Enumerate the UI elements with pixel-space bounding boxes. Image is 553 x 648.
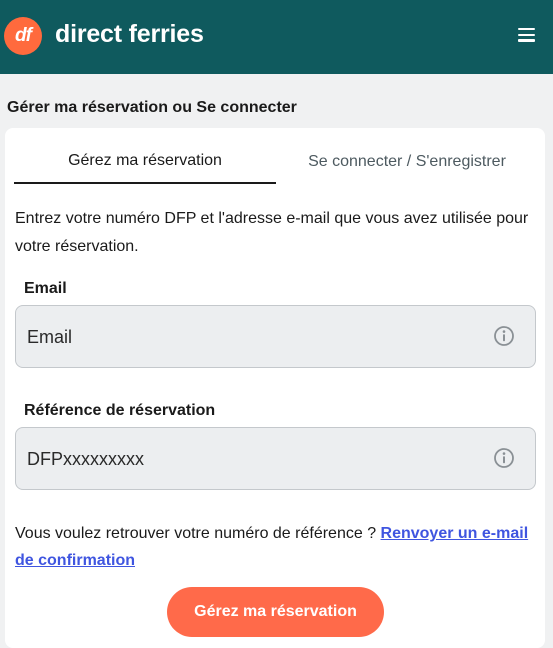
brand-name[interactable]: direct ferries	[55, 20, 204, 49]
help-question: Vous voulez retrouver votre numéro de ré…	[15, 525, 381, 542]
reference-field[interactable]: DFPxxxxxxxxx	[15, 427, 536, 490]
email-field[interactable]: Email	[15, 305, 536, 368]
info-circle-icon[interactable]	[493, 447, 515, 469]
manage-booking-button-label: Gérez ma réservation	[194, 603, 357, 620]
direct-ferries-logo[interactable]: df	[4, 17, 42, 55]
tab-manage-booking-label: Gérez ma réservation	[68, 152, 222, 169]
info-circle-icon[interactable]	[493, 325, 515, 347]
top-navigation-bar: df direct ferries	[0, 0, 553, 74]
hamburger-menu-icon[interactable]	[518, 28, 542, 48]
tab-manage-booking[interactable]: Gérez ma réservation	[14, 128, 276, 184]
reference-label: Référence de réservation	[24, 402, 216, 419]
manage-booking-button[interactable]: Gérez ma réservation	[167, 587, 384, 637]
booking-card: Gérez ma réservation Se connecter / S'en…	[5, 128, 545, 648]
tab-login-register-label: Se connecter / S'enregistrer	[308, 153, 506, 170]
tab-login-register[interactable]: Se connecter / S'enregistrer	[276, 128, 538, 184]
logo-text: df	[15, 25, 32, 46]
email-placeholder: Email	[27, 327, 73, 347]
help-text: Vous voulez retrouver votre numéro de ré…	[15, 520, 540, 574]
email-label: Email	[24, 280, 67, 297]
page-title: Gérer ma réservation ou Se connecter	[7, 99, 297, 116]
reference-placeholder: DFPxxxxxxxxx	[27, 449, 144, 469]
intro-text: Entrez votre numéro DFP et l'adresse e-m…	[15, 210, 529, 255]
